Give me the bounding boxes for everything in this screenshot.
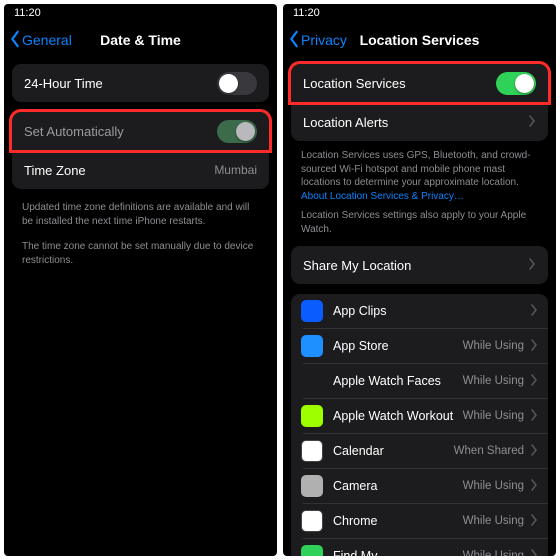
- card-location-services: Location Services: [291, 64, 548, 102]
- row-label: 24-Hour Time: [24, 76, 103, 91]
- card-timezone: Time Zone Mumbai: [12, 150, 269, 189]
- back-button[interactable]: General: [8, 22, 72, 58]
- chevron-right-icon: [530, 374, 538, 389]
- chevron-right-icon: [528, 258, 536, 273]
- page-title: Location Services: [360, 32, 480, 48]
- row-label: Share My Location: [303, 258, 411, 273]
- app-icon: [301, 440, 323, 462]
- footer-text-2: The time zone cannot be set manually due…: [12, 238, 269, 277]
- row-label: Set Automatically: [24, 124, 124, 139]
- toggle-location-services[interactable]: [496, 72, 536, 95]
- app-name: Find My: [333, 549, 463, 556]
- row-label: Location Services: [303, 76, 406, 91]
- phone-location-services: 11:20 Privacy Location Services Location…: [283, 4, 556, 556]
- app-row[interactable]: Apple Watch WorkoutWhile Using: [291, 399, 548, 433]
- card-set-auto: Set Automatically: [12, 112, 269, 150]
- chevron-right-icon: [530, 339, 538, 354]
- back-label: Privacy: [301, 32, 347, 48]
- app-status: While Using: [463, 340, 524, 352]
- status-time: 11:20: [14, 7, 41, 19]
- footer-text-1: Updated time zone definitions are availa…: [12, 199, 269, 238]
- app-name: Apple Watch Faces: [333, 374, 463, 388]
- card-share-location: Share My Location: [291, 246, 548, 284]
- row-label: Time Zone: [24, 163, 86, 178]
- app-name: Chrome: [333, 514, 463, 528]
- chevron-right-icon: [530, 479, 538, 494]
- chevron-right-icon: [530, 409, 538, 424]
- back-label: General: [22, 32, 72, 48]
- footer-description-2: Location Services settings also apply to…: [291, 209, 548, 246]
- status-bar: 11:20: [283, 4, 556, 22]
- app-list: App ClipsApp StoreWhile UsingApple Watch…: [291, 294, 548, 556]
- app-row[interactable]: CalendarWhen Shared: [291, 434, 548, 468]
- phone-date-time: 11:20 General Date & Time 24-Hour Time S…: [4, 4, 277, 556]
- row-24hour[interactable]: 24-Hour Time: [12, 64, 269, 102]
- chevron-right-icon: [528, 115, 536, 130]
- app-icon: [301, 370, 323, 392]
- page-title: Date & Time: [100, 32, 181, 48]
- nav-bar: Privacy Location Services: [283, 22, 556, 58]
- app-row[interactable]: ChromeWhile Using: [291, 504, 548, 538]
- app-icon: [301, 545, 323, 556]
- app-icon: [301, 405, 323, 427]
- app-status: When Shared: [454, 445, 524, 457]
- back-button[interactable]: Privacy: [287, 22, 347, 58]
- row-value: Mumbai: [214, 163, 257, 177]
- nav-bar: General Date & Time: [4, 22, 277, 58]
- app-row[interactable]: App StoreWhile Using: [291, 329, 548, 363]
- app-row[interactable]: Find MyWhile Using: [291, 539, 548, 556]
- chevron-left-icon: [287, 30, 301, 51]
- toggle-set-auto[interactable]: [217, 120, 257, 143]
- row-set-automatically[interactable]: Set Automatically: [12, 112, 269, 150]
- app-icon: [301, 300, 323, 322]
- app-status: While Using: [463, 550, 524, 556]
- app-row[interactable]: CameraWhile Using: [291, 469, 548, 503]
- chevron-right-icon: [530, 444, 538, 459]
- app-status: While Using: [463, 515, 524, 527]
- footer-description: Location Services uses GPS, Bluetooth, a…: [291, 147, 548, 209]
- row-share-my-location[interactable]: Share My Location: [291, 246, 548, 284]
- row-label: Location Alerts: [303, 115, 388, 130]
- status-time: 11:20: [293, 7, 320, 19]
- app-name: Camera: [333, 479, 463, 493]
- app-name: App Store: [333, 339, 463, 353]
- row-location-alerts[interactable]: Location Alerts: [291, 103, 548, 141]
- chevron-right-icon: [530, 514, 538, 529]
- chevron-right-icon: [530, 304, 538, 319]
- app-status: While Using: [463, 480, 524, 492]
- row-timezone[interactable]: Time Zone Mumbai: [12, 151, 269, 189]
- status-bar: 11:20: [4, 4, 277, 22]
- app-icon: [301, 475, 323, 497]
- card-location-alerts: Location Alerts: [291, 102, 548, 141]
- toggle-24hour[interactable]: [217, 72, 257, 95]
- row-location-services[interactable]: Location Services: [291, 64, 548, 102]
- card-24hour: 24-Hour Time: [12, 64, 269, 102]
- app-status: While Using: [463, 410, 524, 422]
- about-link[interactable]: About Location Services & Privacy…: [301, 191, 464, 202]
- app-name: Apple Watch Workout: [333, 409, 463, 423]
- app-status: While Using: [463, 375, 524, 387]
- app-row[interactable]: Apple Watch FacesWhile Using: [291, 364, 548, 398]
- app-row[interactable]: App Clips: [291, 294, 548, 328]
- chevron-right-icon: [530, 549, 538, 557]
- chevron-left-icon: [8, 30, 22, 51]
- app-icon: [301, 335, 323, 357]
- app-icon: [301, 510, 323, 532]
- app-name: Calendar: [333, 444, 454, 458]
- app-name: App Clips: [333, 304, 524, 318]
